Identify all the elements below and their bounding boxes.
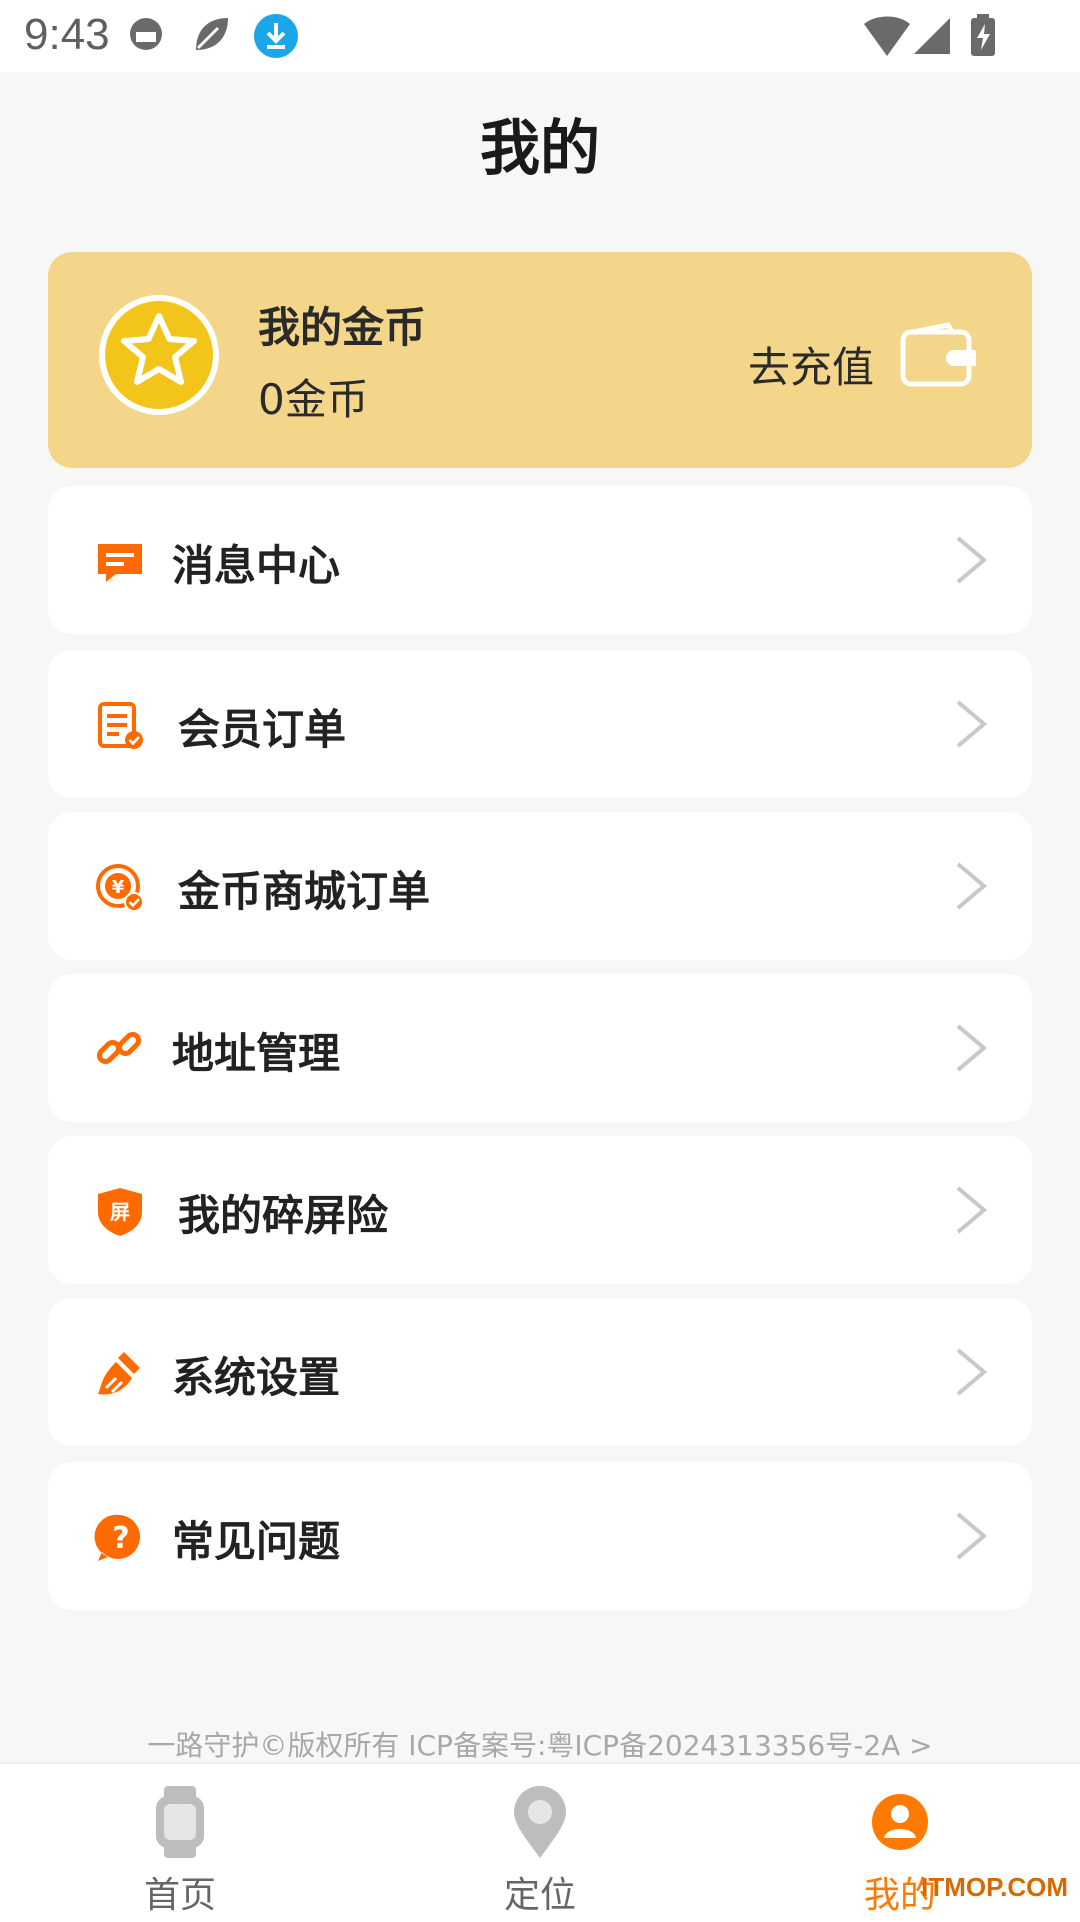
menu-item-label: 金币商城订单 <box>178 867 431 916</box>
svg-text:¥: ¥ <box>112 877 125 898</box>
status-time: 9:43 <box>24 10 110 59</box>
chevron-right-icon <box>956 1512 988 1560</box>
notification-dot-icon <box>130 18 162 50</box>
question-icon: ? <box>94 1514 141 1561</box>
message-icon <box>98 544 142 582</box>
menu-item-label: 消息中心 <box>172 541 341 590</box>
chevron-right-icon <box>956 1024 988 1072</box>
user-profile-icon <box>872 1794 928 1850</box>
broom-icon <box>98 1352 140 1395</box>
status-bar: 9:43 <box>0 0 1080 72</box>
watch-icon <box>156 1786 204 1858</box>
battery-charging-icon <box>971 14 995 56</box>
page-title: 我的 <box>480 114 600 184</box>
menu-item-screen-insurance[interactable]: 屏 我的碎屏险 <box>48 1136 1032 1284</box>
menu-item-label: 我的碎屏险 <box>178 1191 389 1240</box>
recharge-button[interactable]: 去充值 <box>748 334 874 395</box>
tab-label: 定位 <box>503 1875 576 1916</box>
download-icon <box>254 14 298 58</box>
signal-icon <box>914 18 950 54</box>
menu-item-system-settings[interactable]: 系统设置 <box>48 1298 1032 1446</box>
tab-label: 首页 <box>143 1875 216 1916</box>
menu-item-label: 系统设置 <box>172 1353 341 1402</box>
leaf-icon <box>196 18 228 50</box>
chevron-right-icon <box>956 1348 988 1396</box>
tab-home[interactable]: 首页 <box>60 1764 300 1922</box>
chevron-right-icon <box>956 1186 988 1234</box>
chevron-right-icon <box>956 862 988 910</box>
coin-card[interactable]: 我的金币 0金币 去充值 <box>48 252 1032 468</box>
svg-text:屏: 屏 <box>110 1200 130 1224</box>
chevron-right-icon <box>956 536 988 584</box>
wallet-icon[interactable] <box>900 322 978 388</box>
location-pin-icon <box>514 1786 566 1858</box>
bottom-tab-bar: 首页 定位 我的 <box>0 1762 1080 1922</box>
coin-mall-order-icon: ¥ <box>96 864 144 912</box>
svg-text:?: ? <box>112 1521 129 1556</box>
order-icon <box>98 702 143 749</box>
tab-location[interactable]: 定位 <box>420 1764 660 1922</box>
coin-balance: 0金币 <box>258 375 369 424</box>
menu-item-address-management[interactable]: 地址管理 <box>48 974 1032 1122</box>
watermark: ITMOP.COM <box>921 1872 1068 1902</box>
chevron-right-icon <box>956 700 988 748</box>
menu-item-member-orders[interactable]: 会员订单 <box>48 650 1032 798</box>
coin-card-title: 我的金币 <box>258 303 427 352</box>
menu-item-label: 常见问题 <box>172 1517 341 1566</box>
link-icon <box>96 1031 142 1065</box>
menu-item-faq[interactable]: ? 常见问题 <box>48 1462 1032 1610</box>
menu-item-coin-mall-orders[interactable]: ¥ 金币商城订单 <box>48 812 1032 960</box>
screen-insurance-shield-icon: 屏 <box>98 1188 142 1236</box>
menu-item-message-center[interactable]: 消息中心 <box>48 486 1032 634</box>
menu-item-label: 地址管理 <box>172 1029 341 1078</box>
menu-item-label: 会员订单 <box>178 705 347 754</box>
copyright-icp-link[interactable]: 一路守护©版权所有 ICP备案号:粤ICP备2024313356号-2A > <box>0 1724 1080 1764</box>
wifi-icon <box>864 16 910 56</box>
gold-coin-star-icon <box>99 295 219 415</box>
